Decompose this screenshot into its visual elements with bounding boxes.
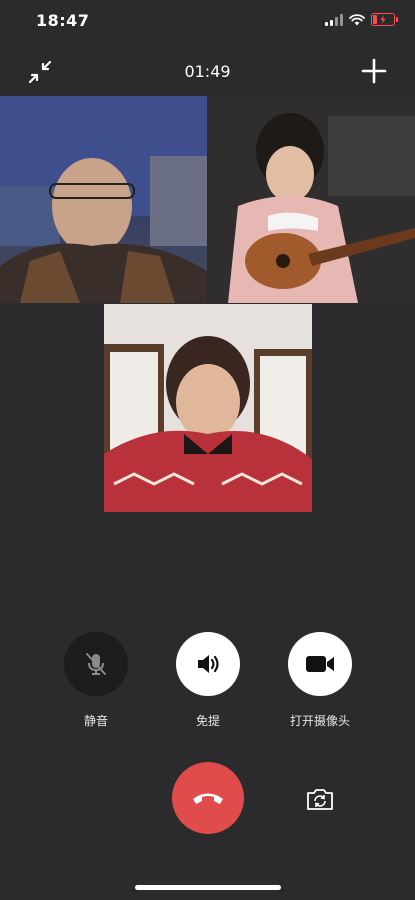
phone-hangup-icon [193, 793, 223, 804]
wifi-icon [349, 13, 365, 25]
participant-1-video[interactable] [0, 96, 207, 303]
add-participant-button[interactable] [361, 58, 387, 84]
flip-camera-button[interactable] [304, 785, 336, 813]
status-time: 18:47 [36, 11, 90, 30]
speaker-icon [198, 655, 219, 673]
participant-1-image [0, 96, 207, 303]
mute-label: 静音 [83, 714, 108, 728]
call-top-bar: 01:49 [0, 52, 415, 92]
microphone-off-icon [86, 653, 106, 675]
mute-button[interactable] [64, 632, 128, 696]
status-icons [325, 13, 398, 26]
participant-3-video[interactable] [104, 304, 312, 512]
hangup-button[interactable] [172, 762, 244, 834]
speaker-button[interactable] [176, 632, 240, 696]
camera-button[interactable] [288, 632, 352, 696]
status-bar: 18:47 [0, 0, 415, 44]
participant-2-video[interactable] [208, 96, 415, 303]
camera-switch-icon [307, 789, 333, 810]
participant-3-image [104, 304, 312, 512]
video-camera-icon [306, 656, 334, 672]
battery-icon [371, 13, 398, 26]
plus-icon [361, 58, 387, 84]
participant-2-image [208, 96, 415, 303]
speaker-label: 免提 [195, 714, 220, 728]
home-indicator[interactable] [135, 885, 281, 890]
cellular-signal-icon [325, 13, 343, 26]
call-timer: 01:49 [184, 62, 231, 81]
camera-label: 打开摄像头 [289, 714, 350, 728]
